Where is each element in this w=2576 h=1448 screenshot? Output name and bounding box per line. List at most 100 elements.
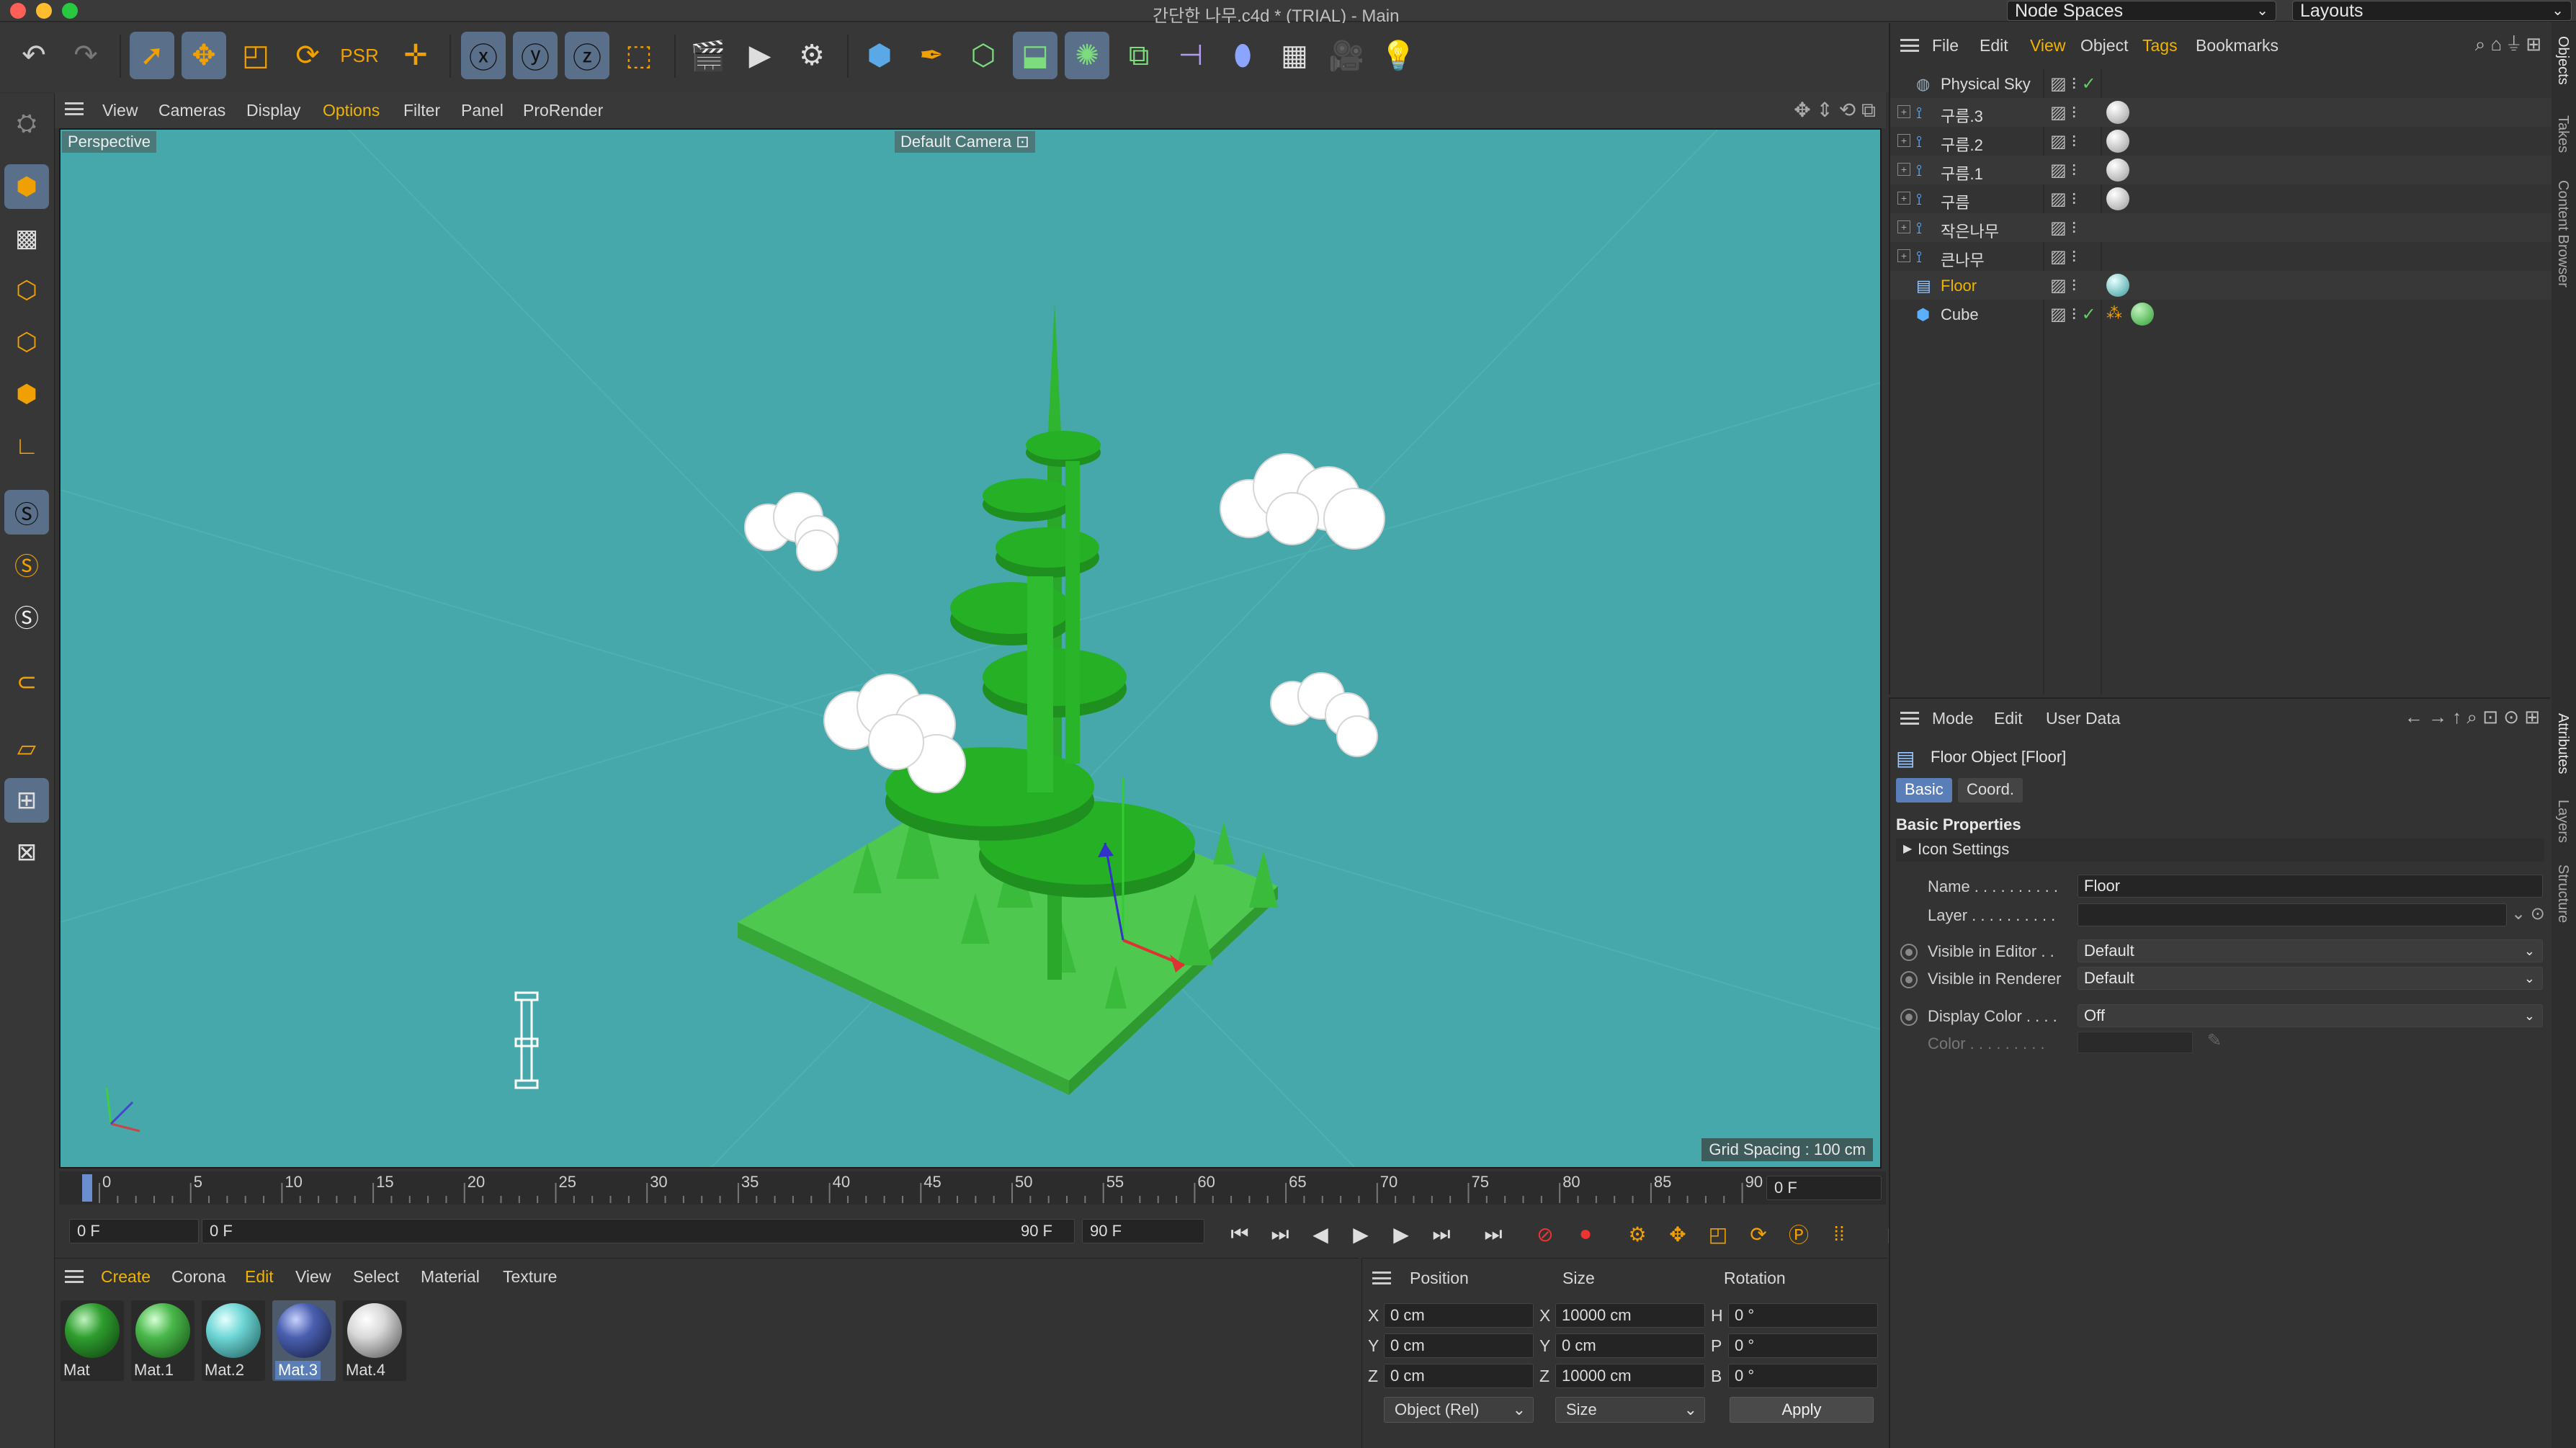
end-frame-field[interactable]: 90 F bbox=[1082, 1219, 1204, 1243]
edges-mode-button[interactable]: ⬡ bbox=[4, 320, 49, 365]
undo-button[interactable]: ↶ bbox=[12, 32, 56, 79]
object-row[interactable]: + ⟟ 구름 ▨ ⁝ bbox=[1890, 184, 2552, 213]
start-frame-field[interactable]: 0 F bbox=[69, 1219, 199, 1243]
x-axis-lock-button[interactable]: ⓧ bbox=[461, 32, 506, 79]
material-tag[interactable] bbox=[2106, 274, 2129, 297]
subdivision-button[interactable]: ⬡ bbox=[961, 32, 1006, 79]
object-row[interactable]: ◍ Physical Sky ▨ ⁝ ✓ bbox=[1890, 69, 2552, 98]
expand-toggle[interactable]: + bbox=[1897, 105, 1910, 118]
material-swatch[interactable]: Mat.3 bbox=[272, 1300, 336, 1381]
solo-off-button[interactable]: Ⓢ bbox=[4, 594, 49, 638]
object-row[interactable]: ⬢ Cube ▨ ⁝ ✓ ⁂ bbox=[1890, 300, 2552, 329]
expand-toggle[interactable]: + bbox=[1897, 192, 1910, 205]
object-row[interactable]: + ⟟ 구름.2 ▨ ⁝ bbox=[1890, 127, 2552, 156]
step-back-button[interactable]: ◀ bbox=[1304, 1217, 1337, 1251]
hamburger-menu-icon[interactable] bbox=[65, 102, 84, 115]
coordinate-mode-dropdown[interactable]: Object (Rel) ⌄ bbox=[1384, 1397, 1534, 1423]
material-swatch[interactable]: Mat.2 bbox=[202, 1300, 265, 1381]
menu-texture[interactable]: Texture bbox=[503, 1267, 557, 1287]
make-editable-button[interactable]: ⛭ bbox=[4, 101, 49, 146]
menu-corona[interactable]: Corona bbox=[171, 1267, 225, 1287]
display-color-dropdown[interactable]: Off ⌄ bbox=[2078, 1004, 2543, 1027]
visibility-toggle[interactable]: ▨ ⁝ bbox=[2050, 189, 2077, 210]
menu-cameras[interactable]: Cameras bbox=[158, 101, 225, 120]
size-mode-dropdown[interactable]: Size ⌄ bbox=[1555, 1397, 1705, 1423]
position-z-field[interactable]: 0 cm bbox=[1384, 1364, 1534, 1388]
layer-field[interactable] bbox=[2078, 903, 2507, 926]
menu-mode[interactable]: Mode bbox=[1932, 709, 1974, 728]
side-tab-objects[interactable]: Objects bbox=[2554, 36, 2571, 85]
goto-prev-key-button[interactable]: ⏭ bbox=[1264, 1217, 1297, 1251]
expand-toggle[interactable]: + bbox=[1897, 163, 1910, 176]
y-axis-lock-button[interactable]: ⓨ bbox=[513, 32, 558, 79]
menu-prorender[interactable]: ProRender bbox=[523, 101, 603, 120]
node-spaces-dropdown[interactable]: Node Spaces ⌄ bbox=[2007, 1, 2276, 21]
pen-tool-button[interactable]: ✒ bbox=[909, 32, 954, 79]
size-y-field[interactable]: 0 cm bbox=[1555, 1333, 1705, 1358]
visibility-toggle[interactable]: ▨ ⁝ bbox=[2050, 102, 2077, 123]
menu-options[interactable]: Options bbox=[323, 101, 380, 120]
viewport[interactable]: Perspective Default Camera ⊡ Grid Spacin… bbox=[59, 128, 1882, 1168]
texture-mode-button[interactable]: ▩ bbox=[4, 216, 49, 261]
extrude-button[interactable]: ⬓ bbox=[1013, 32, 1057, 79]
icon-settings-group[interactable]: ▶ Icon Settings bbox=[1896, 839, 2544, 862]
material-tag[interactable] bbox=[2106, 130, 2129, 153]
hamburger-menu-icon[interactable] bbox=[1372, 1272, 1391, 1284]
minimize-window-button[interactable] bbox=[36, 3, 52, 19]
position-y-field[interactable]: 0 cm bbox=[1384, 1333, 1534, 1358]
apply-button[interactable]: Apply bbox=[1730, 1397, 1874, 1423]
visibility-toggle[interactable]: ▨ ⁝ bbox=[2050, 275, 2077, 296]
key-parameter-button[interactable]: Ⓟ bbox=[1782, 1217, 1815, 1251]
menu-tags[interactable]: Tags bbox=[2142, 36, 2178, 55]
solo-hierarchy-button[interactable]: Ⓢ bbox=[4, 542, 49, 586]
object-row[interactable]: + ⟟ 구름.3 ▨ ⁝ bbox=[1890, 98, 2552, 127]
menu-edit[interactable]: Edit bbox=[1994, 709, 2023, 728]
camera-name-label[interactable]: Default Camera ⊡ bbox=[895, 131, 1035, 153]
key-pla-button[interactable]: ⁞⁞ bbox=[1823, 1217, 1856, 1251]
record-keys-button[interactable]: ⊘ bbox=[1529, 1217, 1562, 1251]
play-button[interactable]: ▶ bbox=[1344, 1217, 1377, 1251]
rotation-b-field[interactable]: 0 ° bbox=[1728, 1364, 1878, 1388]
side-tab-attributes[interactable]: Attributes bbox=[2554, 713, 2571, 774]
live-selection-button[interactable]: ➚ bbox=[130, 32, 174, 79]
tab-basic[interactable]: Basic bbox=[1896, 778, 1952, 803]
render-settings-button[interactable]: ⚙ bbox=[790, 32, 834, 79]
polygons-mode-button[interactable]: ⬢ bbox=[4, 372, 49, 416]
maximize-window-button[interactable] bbox=[62, 3, 78, 19]
hamburger-menu-icon[interactable] bbox=[65, 1270, 84, 1283]
key-position-button[interactable]: ✥ bbox=[1661, 1217, 1694, 1251]
goto-next-key-button[interactable]: ⏭ bbox=[1425, 1217, 1458, 1251]
size-z-field[interactable]: 10000 cm bbox=[1555, 1364, 1705, 1388]
menu-material[interactable]: Material bbox=[421, 1267, 480, 1287]
cloner-button[interactable]: ✺ bbox=[1065, 32, 1109, 79]
goto-start-button[interactable]: ⏮ bbox=[1223, 1217, 1256, 1251]
viewport-nav-icons[interactable]: ✥ ⇕ ⟲ ⧉ bbox=[1794, 98, 1876, 122]
tab-coord[interactable]: Coord. bbox=[1958, 778, 2023, 803]
name-field[interactable]: Floor bbox=[2078, 875, 2543, 898]
position-x-field[interactable]: 0 cm bbox=[1384, 1303, 1534, 1328]
planar-workplane-button[interactable]: ⊠ bbox=[4, 830, 49, 875]
points-mode-button[interactable]: ⬡ bbox=[4, 268, 49, 313]
psr-tool-button[interactable]: PSR bbox=[337, 32, 382, 79]
menu-select[interactable]: Select bbox=[353, 1267, 399, 1287]
coordinate-system-button[interactable]: ⬚ bbox=[617, 32, 661, 79]
solo-button[interactable]: Ⓢ bbox=[4, 490, 49, 535]
add-tool-button[interactable]: ✛ bbox=[393, 32, 438, 79]
floor-button[interactable]: ▦ bbox=[1272, 32, 1317, 79]
visibility-toggle[interactable]: ▨ ⁝ bbox=[2050, 246, 2077, 267]
lock-workplane-button[interactable]: ⊞ bbox=[4, 778, 49, 823]
rotate-tool-button[interactable]: ⟳ bbox=[285, 32, 330, 79]
visible-editor-dropdown[interactable]: Default ⌄ bbox=[2078, 939, 2543, 962]
side-tab-layers[interactable]: Layers bbox=[2554, 800, 2571, 843]
menu-edit[interactable]: Edit bbox=[245, 1267, 274, 1287]
layouts-dropdown[interactable]: Layouts ⌄ bbox=[2292, 1, 2572, 21]
redo-button[interactable]: ↷ bbox=[63, 32, 108, 79]
menu-file[interactable]: File bbox=[1932, 36, 1959, 55]
rotation-h-field[interactable]: 0 ° bbox=[1728, 1303, 1878, 1328]
material-tag[interactable] bbox=[2106, 187, 2129, 210]
scale-tool-button[interactable]: ◰ bbox=[233, 32, 278, 79]
side-tab-content-browser[interactable]: Content Browser bbox=[2554, 180, 2571, 287]
side-tab-structure[interactable]: Structure bbox=[2554, 864, 2571, 923]
material-swatch[interactable]: Mat.1 bbox=[131, 1300, 194, 1381]
visible-renderer-dropdown[interactable]: Default ⌄ bbox=[2078, 967, 2543, 990]
